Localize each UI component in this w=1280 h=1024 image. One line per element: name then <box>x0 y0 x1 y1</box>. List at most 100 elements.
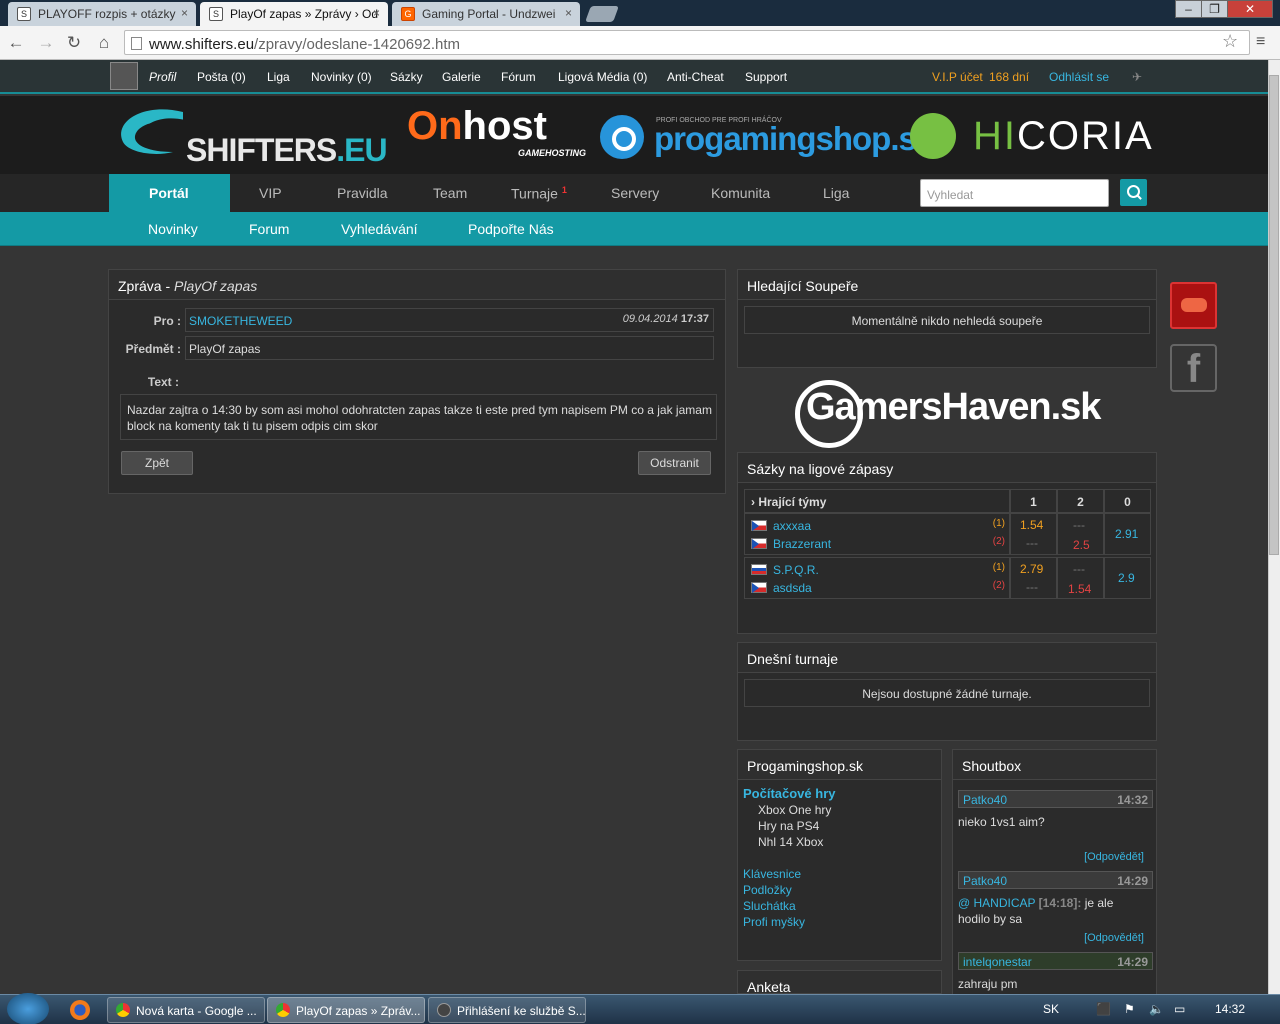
shop-link[interactable]: Sluchátka <box>743 899 796 913</box>
shout-header: intelqonestar 14:29 <box>958 952 1153 970</box>
team-link[interactable]: S.P.Q.R. <box>773 563 819 577</box>
subnav-forum[interactable]: Forum <box>249 221 289 237</box>
language-indicator[interactable]: SK <box>1043 1002 1059 1016</box>
odds-0-cell[interactable]: 2.91 <box>1104 513 1151 555</box>
shifters-logo[interactable]: SHIFTERS.EU <box>186 132 388 169</box>
browser-tab[interactable]: G Gaming Portal - Undzwei × <box>392 2 580 26</box>
nav-vip[interactable]: VIP <box>259 185 282 201</box>
delete-button[interactable]: Odstranit <box>638 451 711 475</box>
support-link[interactable]: Support <box>745 70 787 84</box>
shop-category-link[interactable]: Počítačové hry <box>743 786 836 801</box>
onhost-logo[interactable]: Onhost <box>407 104 547 149</box>
bookmark-star-icon[interactable]: ☆ <box>1222 31 1238 52</box>
scrollbar-thumb[interactable] <box>1269 75 1279 555</box>
minimize-icon[interactable]: – <box>1175 0 1202 18</box>
gallery-link[interactable]: Galerie <box>442 70 481 84</box>
close-window-icon[interactable]: ✕ <box>1227 0 1273 18</box>
news-link[interactable]: Novinky (0) <box>311 70 372 84</box>
shop-link[interactable]: Podložky <box>743 883 792 897</box>
firefox-icon[interactable] <box>70 1000 90 1020</box>
vip-label: V.I.P účet <box>932 70 983 84</box>
shout-reply-link[interactable]: [Odpovědět] <box>1084 851 1144 863</box>
maximize-icon[interactable]: ❐ <box>1201 0 1228 18</box>
shout-user-link[interactable]: Patko40 <box>963 874 1007 888</box>
logo-main: SHIFTERS <box>186 132 337 168</box>
gamepad-icon[interactable] <box>1170 282 1217 329</box>
taskbar-item-active[interactable]: PlayOf zapas » Zpráv... <box>267 997 425 1023</box>
shop-link[interactable]: Klávesnice <box>743 867 801 881</box>
recipient-link[interactable]: SMOKETHEWEED <box>189 314 292 328</box>
address-bar[interactable]: www.shifters.eu/zpravy/odeslane-1420692.… <box>124 30 1250 55</box>
odds-2-cell[interactable]: --- 1.54 <box>1057 557 1104 599</box>
shout-reply-link[interactable]: [Odpovědět] <box>1084 932 1144 944</box>
taskbar-item[interactable]: Nová karta - Google ... <box>107 997 265 1023</box>
team-link[interactable]: Brazzerant <box>773 537 831 551</box>
taskbar-item[interactable]: Přihlášení ke službě S... <box>428 997 586 1023</box>
bets-link[interactable]: Sázky <box>390 70 423 84</box>
progamingshop-logo[interactable]: progamingshop.sk <box>654 120 934 158</box>
shout-user-link[interactable]: Patko40 <box>963 793 1007 807</box>
odds-1-cell[interactable]: 1.54 --- <box>1010 513 1057 555</box>
monitor-tray-icon[interactable]: ▭ <box>1174 1002 1185 1016</box>
new-tab-button[interactable] <box>585 6 619 22</box>
reload-icon[interactable]: ↻ <box>64 33 84 53</box>
close-tab-icon[interactable]: × <box>565 6 572 20</box>
odds-0-cell[interactable]: 2.9 <box>1104 557 1151 599</box>
back-icon[interactable]: ← <box>6 33 26 53</box>
nav-portal[interactable]: Portál <box>109 174 230 212</box>
anti-cheat-link[interactable]: Anti-Cheat <box>667 70 724 84</box>
shop-sub-link[interactable]: Nhl 14 Xbox <box>758 835 823 849</box>
browser-tab[interactable]: S PLAYOFF rozpis + otázky × <box>8 2 196 26</box>
odds-value: 2.79 <box>1020 562 1044 576</box>
bets-panel: Sázky na ligové zápasy › Hrající týmy 1 … <box>737 452 1157 634</box>
nav-rules[interactable]: Pravidla <box>337 185 388 201</box>
flag-tray-icon[interactable]: ⚑ <box>1124 1002 1135 1016</box>
mention-time: [14:18]: <box>1038 896 1082 910</box>
nav-community[interactable]: Komunita <box>711 185 770 201</box>
shop-sub-link[interactable]: Xbox One hry <box>758 803 831 817</box>
nav-team[interactable]: Team <box>433 185 467 201</box>
shifters-logo-icon[interactable] <box>113 102 193 162</box>
nav-league[interactable]: Liga <box>823 185 849 201</box>
forum-link[interactable]: Fórum <box>501 70 536 84</box>
bets-title: Sázky na ligové zápasy <box>738 453 1156 483</box>
mail-link[interactable]: Pošta (0) <box>197 70 246 84</box>
team-link[interactable]: asdsda <box>773 581 812 595</box>
mention-link[interactable]: @ HANDICAP <box>958 896 1035 910</box>
search-input[interactable]: Vyhledat <box>920 179 1109 207</box>
browser-tab-active[interactable]: S PlayOf zapas » Zprávy › Od × <box>200 2 388 26</box>
main-nav: Portál VIP Pravidla Team Turnaje 1 Serve… <box>0 174 1268 212</box>
page-scrollbar[interactable] <box>1268 60 1280 994</box>
start-button[interactable] <box>7 993 49 1024</box>
gamershaven-logo[interactable]: GamersHaven.sk <box>806 386 1101 429</box>
clock[interactable]: 14:32 <box>1215 1002 1245 1016</box>
odds-2-cell[interactable]: --- 2.5 <box>1057 513 1104 555</box>
shop-link[interactable]: Profi myšky <box>743 915 805 929</box>
nav-tournaments[interactable]: Turnaje 1 <box>511 185 567 202</box>
subnav-support[interactable]: Podpořte Nás <box>468 221 554 237</box>
close-tab-icon[interactable]: × <box>373 6 380 20</box>
browser-menu-icon[interactable]: ≡ <box>1256 33 1272 51</box>
network-tray-icon[interactable]: ⬛ <box>1096 1002 1111 1016</box>
search-icon[interactable] <box>1120 179 1147 206</box>
logout-link[interactable]: Odhlásit se <box>1049 70 1109 84</box>
profile-link[interactable]: Profil <box>149 70 176 84</box>
team-link[interactable]: axxxaa <box>773 519 811 533</box>
home-icon[interactable]: ⌂ <box>94 33 114 53</box>
nav-servers[interactable]: Servery <box>611 185 659 201</box>
volume-tray-icon[interactable]: 🔈 <box>1149 1002 1164 1016</box>
forward-icon[interactable]: → <box>36 33 56 53</box>
back-button[interactable]: Zpět <box>121 451 193 475</box>
subnav-news[interactable]: Novinky <box>148 221 198 237</box>
league-media-link[interactable]: Ligová Média (0) <box>558 70 647 84</box>
shop-sub-link[interactable]: Hry na PS4 <box>758 819 819 833</box>
hicoria-logo[interactable]: HICORIA <box>973 114 1154 159</box>
shout-user-link[interactable]: intelqonestar <box>963 955 1032 969</box>
odds-1-cell[interactable]: 2.79 --- <box>1010 557 1057 599</box>
facebook-icon[interactable]: f <box>1170 344 1217 392</box>
league-link[interactable]: Liga <box>267 70 290 84</box>
avatar[interactable] <box>110 62 138 90</box>
pin-icon[interactable]: ✈ <box>1132 70 1142 84</box>
close-tab-icon[interactable]: × <box>181 6 188 20</box>
subnav-search[interactable]: Vyhledávání <box>341 221 418 237</box>
